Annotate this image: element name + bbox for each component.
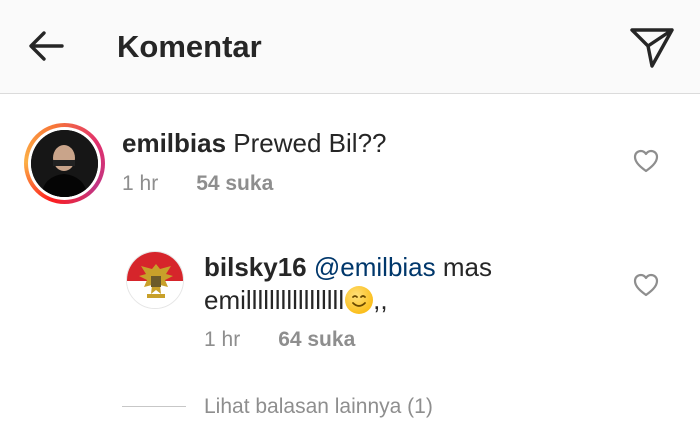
reply-text-suffix: ,, [373, 285, 388, 315]
heart-outline-icon [633, 273, 659, 297]
reply-username[interactable]: bilsky16 [204, 252, 307, 282]
page-title: Komentar [117, 29, 262, 64]
heart-outline-icon [633, 149, 659, 173]
like-button[interactable] [632, 272, 660, 298]
comment-username[interactable]: emilbias [122, 128, 226, 158]
reply-mention-link[interactable]: @emilbias [314, 252, 436, 282]
view-more-replies-button[interactable]: Lihat balasan lainnya (1) [204, 392, 433, 422]
reply-text-line-2: emilllllllllllllllll,, [204, 283, 388, 317]
comment-text-line: emilbias Prewed Bil?? [122, 126, 387, 160]
reply-text-continued: emilllllllllllllllll [204, 285, 345, 315]
comment-time: 1 hr [122, 172, 159, 195]
avatar[interactable] [126, 251, 184, 309]
reply-text: mas [442, 252, 492, 282]
divider-line [122, 406, 186, 407]
comment-item: emilbias Prewed Bil?? 1 hr 54 suka [0, 118, 700, 208]
garuda-emblem-icon [127, 252, 183, 308]
paper-plane-icon [630, 28, 674, 68]
reply-likes-count[interactable]: 64 suka [278, 328, 355, 351]
avatar-photo-icon [31, 130, 98, 197]
header-bar: Komentar [0, 0, 700, 94]
back-button[interactable] [26, 26, 66, 66]
avatar-story-ring[interactable] [24, 123, 105, 204]
smiling-face-emoji-icon [345, 286, 374, 314]
like-button[interactable] [632, 148, 660, 174]
arrow-left-icon [29, 31, 64, 61]
comment-meta: 1 hr 54 suka [122, 170, 273, 198]
reply-item: bilsky16 @emilbias mas emillllllllllllll… [0, 238, 700, 358]
comment-likes-count[interactable]: 54 suka [196, 172, 273, 195]
avatar [31, 130, 98, 197]
reply-time: 1 hr [204, 328, 241, 351]
reply-text-line-1: bilsky16 @emilbias mas [204, 250, 492, 284]
comment-text: Prewed Bil?? [233, 128, 387, 158]
reply-meta: 1 hr 64 suka [204, 326, 355, 354]
share-button[interactable] [628, 24, 676, 70]
